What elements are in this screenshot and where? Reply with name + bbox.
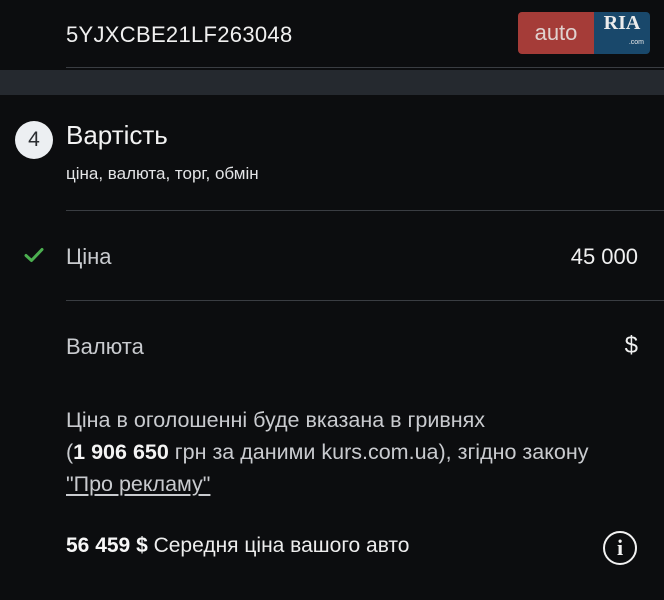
watermark-auto: auto [518, 12, 594, 54]
note-line1: Ціна в оголошенні буде вказана в гривнях [66, 408, 486, 432]
average-price: 56 459 $ Середня ціна вашого авто [66, 534, 409, 558]
watermark-ria-text: RIA [603, 12, 641, 34]
section-separator [0, 70, 664, 95]
price-conversion-note: Ціна в оголошенні буде вказана в гривнях… [66, 404, 646, 500]
section-subtitle: ціна, валюта, торг, обмін [66, 164, 259, 183]
note-line2: грн за даними kurs.com.ua), згідно закон… [168, 440, 589, 464]
check-icon [24, 248, 44, 262]
section-title: Вартість [66, 120, 168, 150]
average-label: Середня ціна вашого авто [147, 534, 410, 557]
vin-row: 5YJXCBE21LF263048 auto RIA .com [0, 0, 664, 70]
price-label: Ціна [66, 244, 112, 269]
law-link[interactable]: "Про рекламу" [66, 472, 210, 496]
watermark-ria-domain: .com [628, 39, 644, 46]
price-field[interactable]: Ціна 45 000 [0, 211, 664, 300]
step-number-badge: 4 [15, 121, 53, 159]
uah-amount: 1 906 650 [73, 440, 169, 464]
currency-label: Валюта [66, 334, 144, 359]
currency-value[interactable]: $ [625, 332, 638, 360]
watermark-ria: RIA .com [594, 12, 650, 54]
divider [66, 67, 664, 68]
average-amount: 56 459 $ [66, 534, 148, 557]
vin-value: 5YJXCBE21LF263048 [66, 22, 293, 47]
info-icon[interactable]: i [603, 531, 637, 565]
currency-field[interactable]: Валюта $ [0, 301, 664, 390]
autoria-watermark: auto RIA .com [518, 12, 650, 54]
price-value[interactable]: 45 000 [571, 244, 638, 270]
